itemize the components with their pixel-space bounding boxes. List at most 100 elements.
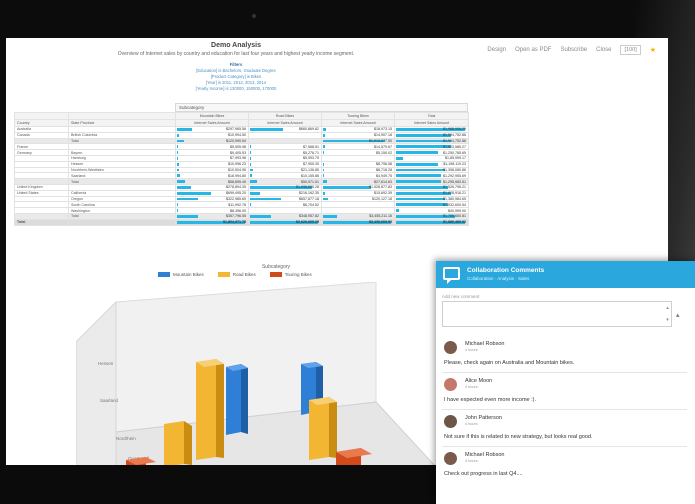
data-bar [250, 156, 252, 160]
comment-author[interactable]: Alice Moon [465, 378, 492, 384]
table-row[interactable]: Total $1,804,371.78 $2,626,669.25 $3,436,66… [14, 218, 469, 226]
measure-header-row: Country State Province Internet Sales Am… [14, 119, 469, 127]
filter-income[interactable]: [Yearly Income] is 130000, 150000, 17000… [6, 86, 466, 92]
value-text: $2,626,669.25 [296, 220, 319, 225]
bar[interactable] [196, 359, 216, 460]
bar-side [241, 364, 248, 434]
data-bar [177, 174, 181, 178]
legend-item[interactable]: Road Bikes [217, 272, 256, 277]
data-bar [396, 162, 438, 166]
comment-input-scroll[interactable]: ▴ ▾ [664, 302, 671, 326]
state-column-header[interactable]: State Province [68, 119, 176, 127]
data-bar [177, 203, 179, 207]
data-bar [323, 162, 325, 166]
bar[interactable] [164, 421, 184, 465]
close-button[interactable]: Close [596, 47, 611, 53]
data-bar [250, 162, 252, 166]
collaboration-header: Collaboration Comments Collaboration · A… [436, 261, 695, 288]
comment-time: 4 hours [465, 422, 478, 426]
data-bar [323, 174, 325, 178]
panel-scroll-up-icon[interactable]: ▴ [676, 311, 680, 319]
comment-text: I have expected even more income :). [444, 397, 537, 403]
value-text: $1,594,752.86 [443, 138, 466, 143]
data-bar [323, 168, 325, 172]
data-bar [396, 151, 438, 154]
value-text: $1,526,796.21 [443, 185, 466, 190]
data-bar [177, 162, 180, 166]
bar[interactable] [309, 397, 329, 460]
data-bar [323, 151, 325, 154]
design-button[interactable]: Design [487, 47, 506, 53]
comment-author[interactable]: Michael Robson [465, 452, 504, 458]
legend-item[interactable]: Touring Bikes [269, 272, 312, 277]
value-text: $27,614.63 [374, 179, 392, 184]
comment-bubble-icon [443, 267, 460, 284]
bar-side [216, 359, 224, 458]
comment-author[interactable]: Michael Robson [465, 341, 504, 347]
comment-author[interactable]: John Patterson [465, 415, 502, 421]
subscribe-button[interactable]: Subscribe [560, 47, 587, 53]
measure-header[interactable]: Internet Sales Amount [394, 119, 469, 127]
value-text: $7,993.98 [230, 156, 246, 161]
comment-list: Michael Robson 4 hours Please, check aga… [442, 336, 687, 484]
value-text: $8,796.58 [376, 162, 392, 167]
data-bar [396, 185, 448, 189]
chart-title: Subcategory [261, 264, 291, 270]
report-toolbar: Design Open as PDF Subscribe Close [100]… [487, 45, 656, 55]
report-title: Demo Analysis [211, 42, 261, 49]
group-header[interactable]: Total [394, 112, 469, 120]
value-text: $5,150.02 [376, 150, 392, 155]
value-text: $18,994.80 [228, 173, 246, 178]
measure-header[interactable]: Internet Sales Amount [248, 119, 322, 127]
zoom-control[interactable]: [100] [620, 45, 641, 55]
subcategory-header[interactable]: Subcategory [175, 103, 468, 112]
legend-swatch [158, 272, 170, 277]
data-bar [323, 133, 326, 137]
data-bar [396, 156, 403, 160]
legend-item[interactable]: Mountain Bikes [158, 272, 204, 277]
chart-legend: Mountain Bikes Road Bikes Touring Bikes [158, 272, 312, 277]
legend-swatch [217, 272, 230, 277]
value-text: $1,935,526.28 [296, 185, 319, 190]
subcategory-header-row: Subcategory [14, 103, 468, 112]
comment-text: Please, check again on Australia and Mou… [444, 360, 575, 366]
value-text: $1,528,877.83 [369, 185, 392, 190]
collaboration-subtitle: Collaboration · Analysis · Sales [467, 276, 530, 281]
data-bar [250, 214, 271, 218]
group-header[interactable]: Mountain Bikes [175, 112, 249, 120]
comment-input[interactable] [442, 301, 672, 327]
value-text: $1,988,906.29 [443, 127, 466, 132]
country-cell: Total [14, 218, 69, 226]
axis-label: Saarland [100, 398, 119, 403]
value-text: $1,295,983.51 [443, 179, 466, 184]
value-text: $1,628,916.21 [443, 191, 466, 196]
value-cell: $1,804,371.78 [175, 218, 249, 226]
country-column-header[interactable]: Country [14, 119, 69, 127]
group-header[interactable]: Touring Bikes [321, 112, 395, 120]
bar[interactable] [226, 364, 241, 435]
value-text: $14,907.18 [374, 133, 392, 138]
measure-header[interactable]: Internet Sales Amount [175, 119, 249, 127]
value-text: $1,804,371.78 [223, 220, 246, 225]
value-text: $10,994.50 [228, 133, 246, 138]
add-comment-label: Add new comment [442, 294, 480, 299]
comment-time: 4 hours [465, 385, 478, 389]
data-bar [250, 180, 257, 183]
value-text: $1,85,999.17 [445, 156, 466, 161]
value-text: $5,595.98 [230, 144, 246, 149]
value-text: $1,594,752.86 [443, 133, 466, 138]
comment-time: 4 hours [465, 459, 478, 463]
value-text: $14,579.67 [374, 144, 392, 149]
data-bar [177, 191, 212, 195]
data-bar [396, 203, 448, 207]
value-text: $50,571.51 [301, 179, 319, 184]
favorite-star-icon[interactable]: ★ [650, 46, 656, 54]
group-header[interactable]: Road Bikes [248, 112, 322, 120]
comment-item: Alice Moon 4 hours I have expected even … [442, 373, 687, 410]
open-pdf-button[interactable]: Open as PDF [515, 47, 551, 53]
value-text: $5,278.71 [303, 150, 319, 155]
value-text: $322,985.60 [226, 196, 246, 201]
value-text: $5,993.79 [303, 156, 319, 161]
measure-header[interactable]: Internet Sales Amount [321, 119, 395, 127]
data-bar [177, 156, 179, 160]
